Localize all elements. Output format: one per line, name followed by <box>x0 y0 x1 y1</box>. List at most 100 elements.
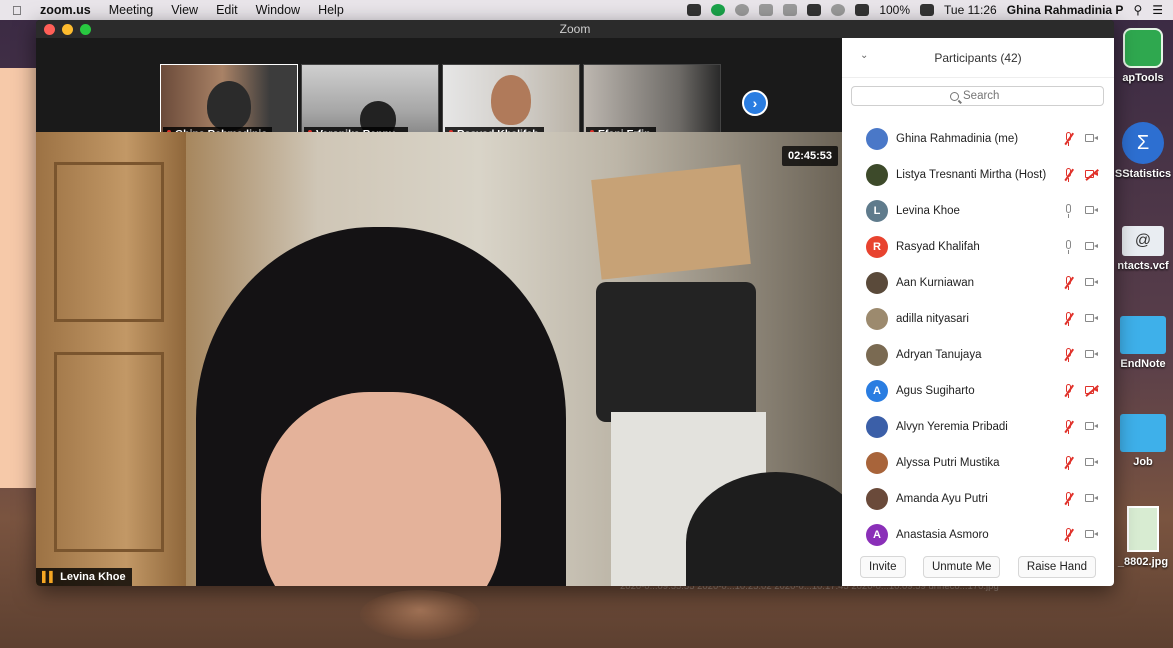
participant-row[interactable]: Adryan Tanujaya <box>842 337 1114 373</box>
mic-muted-icon[interactable] <box>1062 455 1076 471</box>
video-icon[interactable] <box>1085 529 1099 540</box>
active-speaker-name: Levina Khoe <box>60 571 126 583</box>
mic-muted-icon[interactable] <box>1062 491 1076 507</box>
avatar <box>866 488 888 510</box>
video-icon[interactable] <box>1085 133 1099 144</box>
desktop-item-label: SStatistics <box>1114 168 1172 180</box>
participant-name: Anastasia Asmoro <box>896 529 989 541</box>
menu-window[interactable]: Window <box>256 3 300 17</box>
mic-muted-icon[interactable] <box>1062 167 1076 183</box>
participant-name: adilla nityasari <box>896 313 969 325</box>
active-speaker-video[interactable] <box>36 132 842 586</box>
folder-icon <box>1120 414 1166 452</box>
avatar: A <box>866 524 888 546</box>
search-input[interactable] <box>963 90 1005 102</box>
participant-row[interactable]: adilla nityasari <box>842 301 1114 337</box>
battery-percent[interactable]: 100% <box>879 3 910 17</box>
mic-muted-icon[interactable] <box>1062 275 1076 291</box>
desktop-item-endnote[interactable]: EndNote <box>1113 316 1173 370</box>
menu-help[interactable]: Help <box>318 3 344 17</box>
menu-view[interactable]: View <box>171 3 198 17</box>
participant-list: Ghina Rahmadinia (me) Listya Tresnanti Mi… <box>842 121 1114 553</box>
minimize-button[interactable] <box>62 24 73 35</box>
desktop-item-image[interactable]: _8802.jpg <box>1113 506 1173 568</box>
avatar <box>866 128 888 150</box>
video-icon[interactable] <box>1085 313 1099 324</box>
video-icon[interactable] <box>1085 457 1099 468</box>
invite-button[interactable]: Invite <box>860 556 906 578</box>
clock[interactable]: Tue 11:26 <box>944 3 997 17</box>
user-menu[interactable]: Ghina Rahmadinia P <box>1007 3 1124 17</box>
desktop-item-job[interactable]: Job <box>1113 414 1173 468</box>
control-center-icon[interactable]: ☰ <box>1152 3 1163 17</box>
battery-icon[interactable] <box>920 4 935 16</box>
menu-edit[interactable]: Edit <box>216 3 238 17</box>
participant-row[interactable]: Aan Kurniawan <box>842 265 1114 301</box>
video-off-icon[interactable] <box>1085 385 1099 396</box>
mic-icon[interactable] <box>1062 239 1076 255</box>
participant-row[interactable]: Alvyn Yeremia Pribadi <box>842 409 1114 445</box>
mic-muted-icon[interactable] <box>1062 527 1076 543</box>
video-icon[interactable] <box>1085 205 1099 216</box>
sync-icon[interactable] <box>735 4 750 16</box>
background-panel <box>0 68 40 488</box>
participant-row[interactable]: L Levina Khoe <box>842 193 1114 229</box>
next-page-button[interactable]: › <box>742 90 768 116</box>
participant-row[interactable]: A Agus Sugiharto <box>842 373 1114 409</box>
collapse-chevron-icon[interactable]: ⌄ <box>860 50 868 61</box>
wifi-icon[interactable] <box>807 4 822 16</box>
image-file-icon <box>1127 506 1159 552</box>
video-icon[interactable] <box>1085 493 1099 504</box>
participant-name: Levina Khoe <box>896 205 960 217</box>
mic-muted-icon[interactable] <box>1062 383 1076 399</box>
desktop-item-maptools[interactable]: apTools <box>1113 28 1173 84</box>
menu-meeting[interactable]: Meeting <box>109 3 153 17</box>
participant-row[interactable]: R Rasyad Khalifah <box>842 229 1114 265</box>
fullscreen-button[interactable] <box>80 24 91 35</box>
participants-header: ⌄ Participants (42) <box>842 38 1114 78</box>
spotlight-icon[interactable]: ⚲ <box>1133 3 1142 17</box>
contact-card-icon: @ <box>1122 226 1164 256</box>
apple-menu-icon[interactable]:  <box>12 3 26 18</box>
participant-figure <box>207 81 251 131</box>
video-off-icon[interactable] <box>1085 169 1099 180</box>
close-button[interactable] <box>44 24 55 35</box>
participants-footer: Invite Unmute Me Raise Hand <box>842 548 1114 586</box>
participant-name: Agus Sugiharto <box>896 385 975 397</box>
participant-row[interactable]: Alyssa Putri Mustika <box>842 445 1114 481</box>
participant-row[interactable]: Ghina Rahmadinia (me) <box>842 121 1114 157</box>
mic-muted-icon[interactable] <box>1062 347 1076 363</box>
folder-icon <box>1120 316 1166 354</box>
video-icon[interactable] <box>1085 277 1099 288</box>
video-icon[interactable] <box>1085 241 1099 252</box>
participant-name: Ghina Rahmadinia (me) <box>896 133 1019 145</box>
desktop-item-contacts[interactable]: @ ntacts.vcf <box>1113 226 1173 272</box>
bluetooth-icon[interactable] <box>783 4 798 16</box>
mic-icon[interactable] <box>1062 203 1076 219</box>
zoom-status-icon[interactable] <box>687 4 702 16</box>
mic-muted-icon[interactable] <box>1062 311 1076 327</box>
line-icon[interactable] <box>711 4 726 16</box>
raise-hand-button[interactable]: Raise Hand <box>1017 556 1096 578</box>
sigma-icon: Σ <box>1122 122 1164 164</box>
audio-level-icon: ▌▌ <box>42 571 57 583</box>
desktop-item-label: _8802.jpg <box>1117 556 1169 568</box>
avatar <box>866 416 888 438</box>
time-machine-icon[interactable] <box>831 4 846 16</box>
door-panel <box>54 162 164 322</box>
avatar <box>866 272 888 294</box>
participant-search[interactable] <box>851 86 1104 106</box>
app-menu[interactable]: zoom.us <box>40 3 91 17</box>
mic-muted-icon[interactable] <box>1062 131 1076 147</box>
network-icon[interactable] <box>759 4 774 16</box>
video-icon[interactable] <box>1085 421 1099 432</box>
participant-row[interactable]: Listya Tresnanti Mirtha (Host) <box>842 157 1114 193</box>
desktop-item-label: apTools <box>1122 72 1164 84</box>
desktop-item-statistics[interactable]: Σ SStatistics <box>1113 122 1173 180</box>
volume-icon[interactable] <box>855 4 870 16</box>
video-icon[interactable] <box>1085 349 1099 360</box>
participant-row[interactable]: Amanda Ayu Putri <box>842 481 1114 517</box>
participant-name: Rasyad Khalifah <box>896 241 980 253</box>
mic-muted-icon[interactable] <box>1062 419 1076 435</box>
unmute-me-button[interactable]: Unmute Me <box>922 556 1001 578</box>
